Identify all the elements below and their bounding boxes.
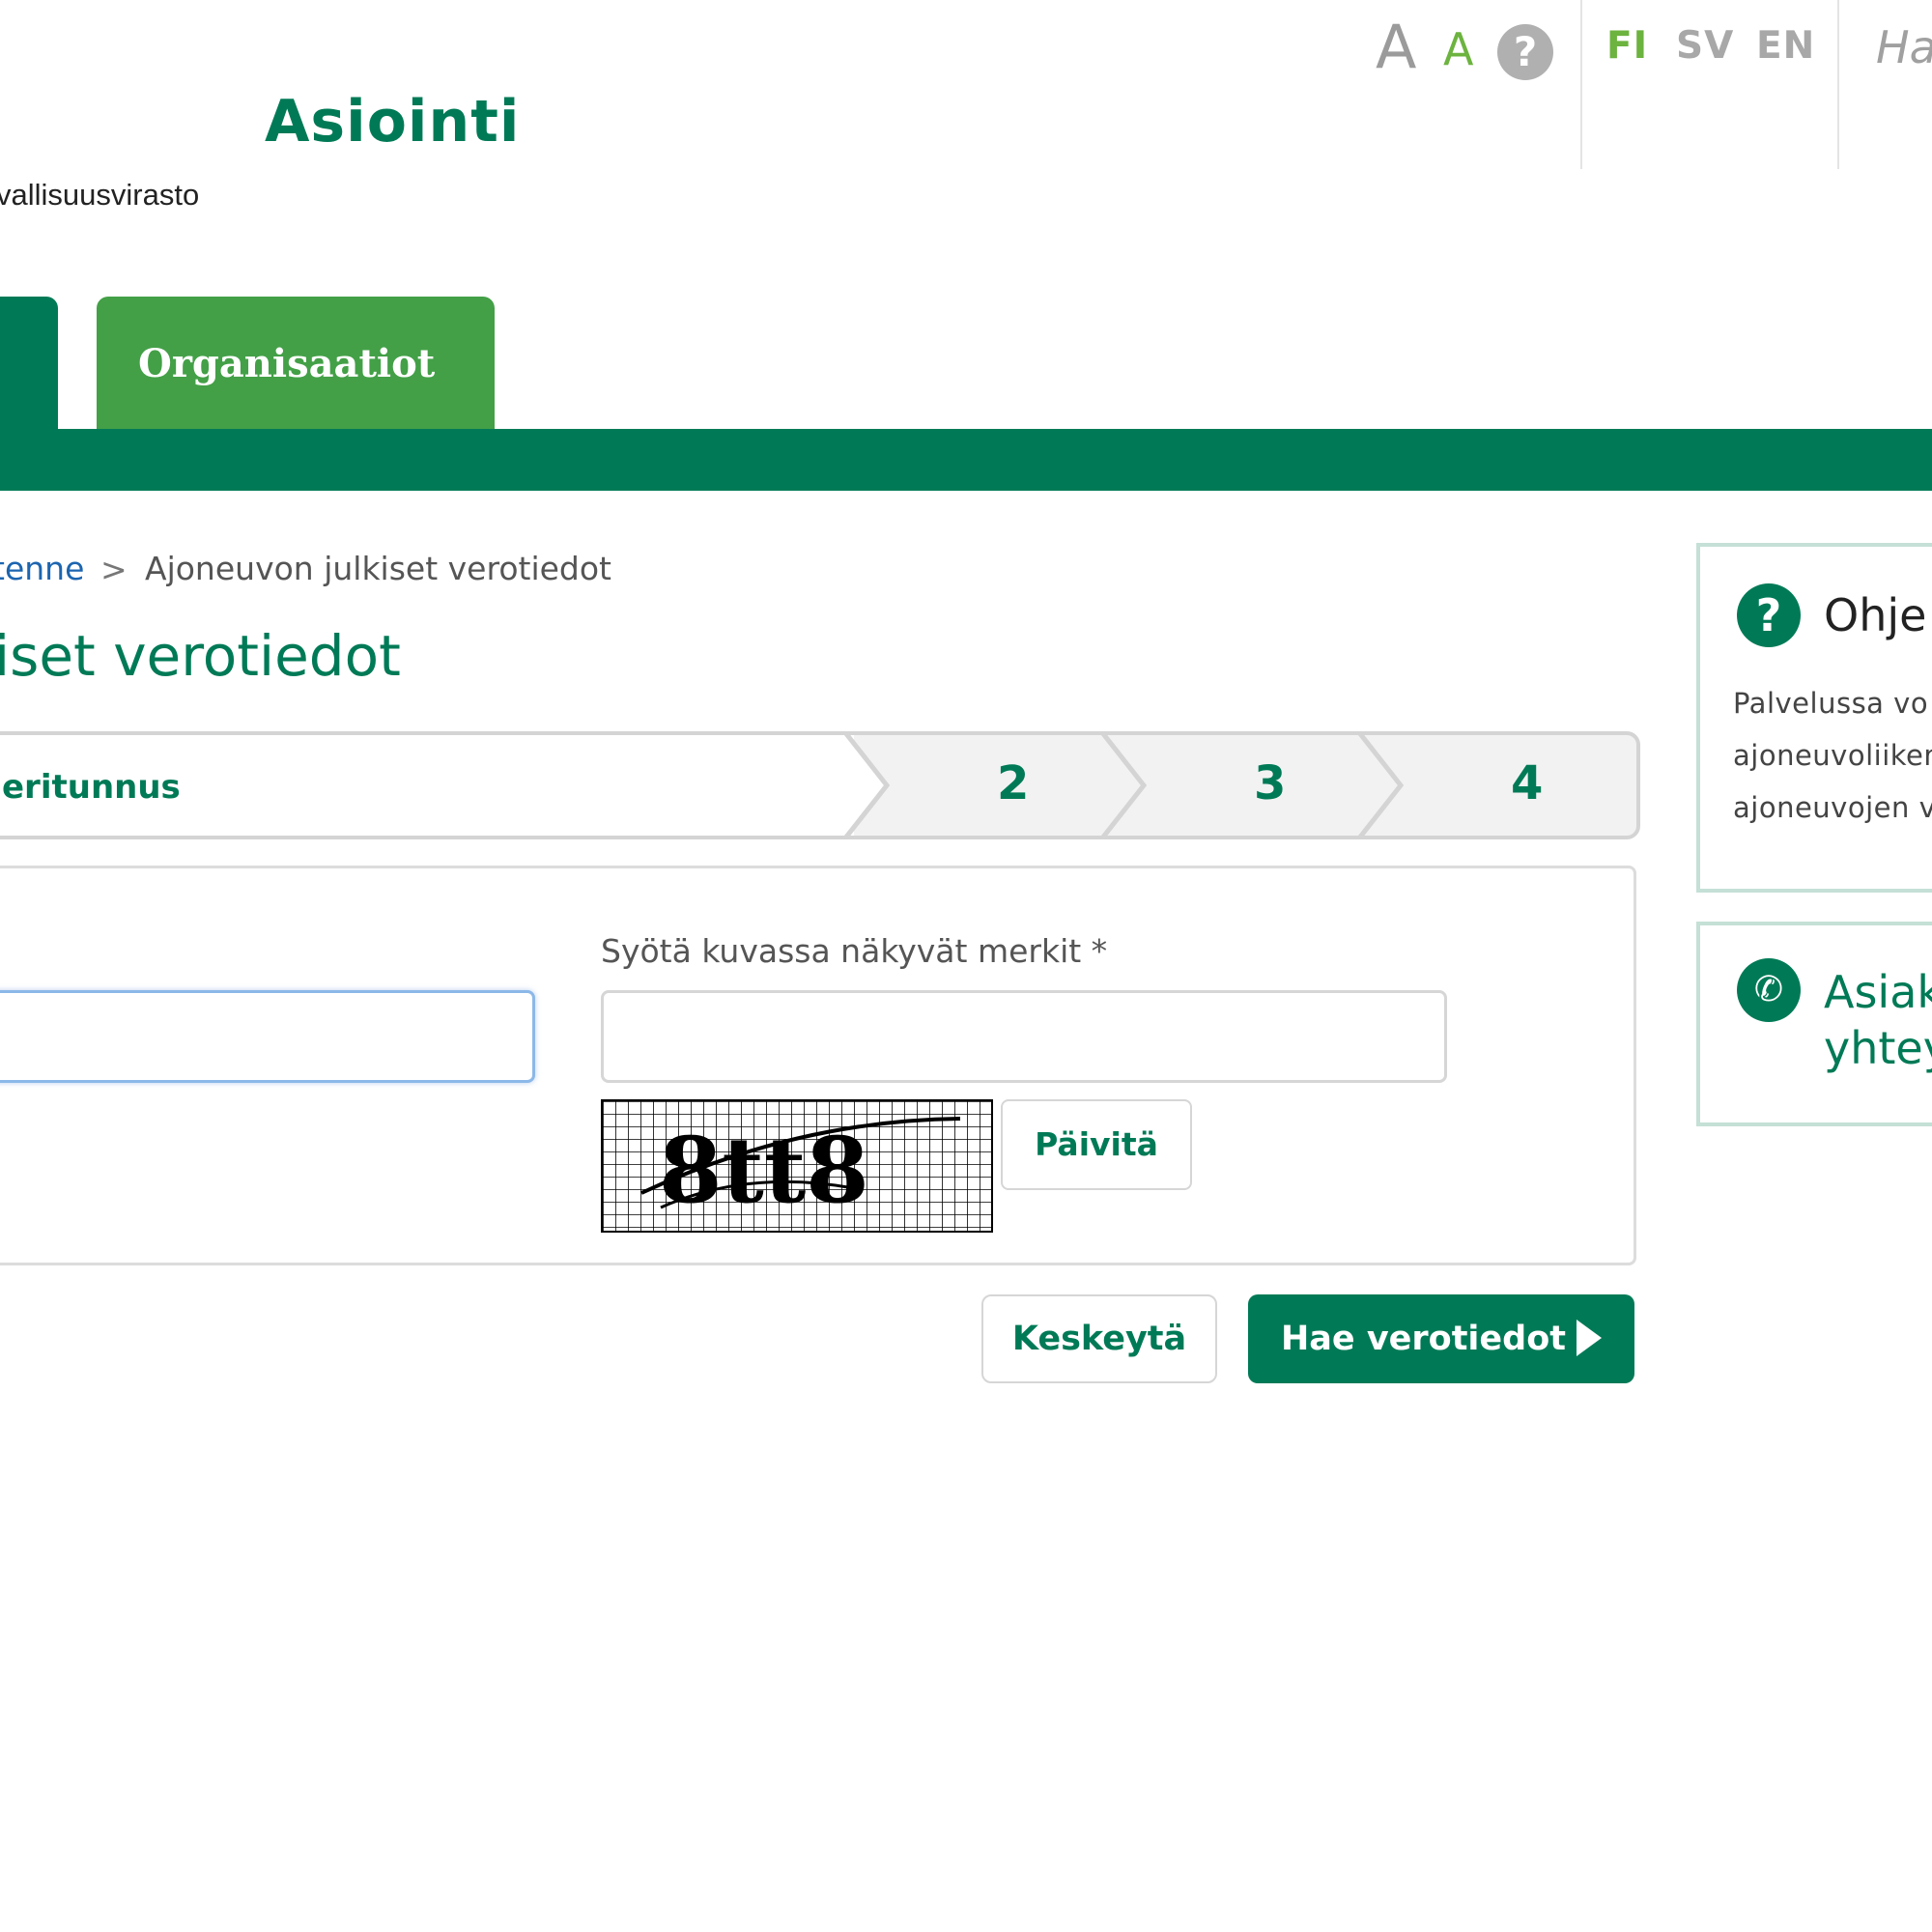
step-1-label: eritunnus bbox=[2, 768, 181, 807]
captcha-label: Syötä kuvassa näkyvät merkit * bbox=[601, 932, 1108, 970]
captcha-graphic: 8tt8 bbox=[603, 1101, 991, 1231]
help-text-line: Palvelussa vo bbox=[1733, 687, 1929, 720]
font-size-large-button[interactable]: A bbox=[1376, 17, 1416, 77]
language-sv-link[interactable]: SV bbox=[1676, 27, 1734, 65]
stepper-chevrons bbox=[0, 735, 1405, 836]
font-size-normal-button[interactable]: A bbox=[1443, 27, 1473, 71]
help-text-line: ajoneuvojen v bbox=[1733, 791, 1932, 824]
main-nav-bar bbox=[0, 429, 1932, 491]
phone-icon: ✆ bbox=[1737, 958, 1801, 1022]
progress-stepper: eritunnus 2 3 4 bbox=[0, 731, 1640, 839]
contact-title-line[interactable]: Asiak bbox=[1824, 970, 1932, 1014]
search-field-hint[interactable]: Ha bbox=[1876, 25, 1932, 70]
registration-input[interactable] bbox=[0, 990, 535, 1083]
brand-subtitle: vallisuusvirasto bbox=[0, 178, 200, 212]
tab-label: Organisaatiot bbox=[138, 341, 436, 386]
help-panel-title: Ohje bbox=[1824, 589, 1927, 641]
tab-personal[interactable] bbox=[0, 297, 58, 432]
fetch-tax-info-button[interactable]: Hae verotiedot bbox=[1248, 1294, 1634, 1383]
brand-title[interactable]: Asiointi bbox=[265, 93, 520, 151]
breadcrumb-home-link[interactable]: tenne bbox=[0, 553, 84, 584]
breadcrumb-separator: > bbox=[100, 551, 128, 588]
customer-service-panel[interactable]: ✆ Asiak yhtey bbox=[1696, 922, 1932, 1126]
captcha-input[interactable] bbox=[601, 990, 1447, 1083]
play-arrow-icon bbox=[1577, 1320, 1602, 1356]
cancel-button[interactable]: Keskeytä bbox=[981, 1294, 1217, 1383]
header-divider bbox=[1837, 0, 1839, 169]
tab-organisaatiot[interactable]: Organisaatiot bbox=[97, 297, 495, 432]
captcha-refresh-button[interactable]: Päivitä bbox=[1001, 1099, 1192, 1190]
language-fi-link[interactable]: FI bbox=[1606, 27, 1648, 65]
help-panel: ? Ohje Palvelussa vo ajoneuvoliiken ajon… bbox=[1696, 543, 1932, 893]
help-icon: ? bbox=[1737, 583, 1801, 647]
captcha-text: 8tt8 bbox=[659, 1118, 869, 1224]
contact-title-line[interactable]: yhtey bbox=[1824, 1026, 1932, 1070]
help-text-line: ajoneuvoliiken bbox=[1733, 739, 1932, 772]
step-4-number: 4 bbox=[1511, 756, 1544, 810]
submit-label: Hae verotiedot bbox=[1281, 1320, 1566, 1358]
step-2-number: 2 bbox=[997, 756, 1030, 810]
breadcrumb-current: Ajoneuvon julkiset verotiedot bbox=[145, 550, 611, 587]
page-title: iset verotiedot bbox=[0, 623, 401, 689]
captcha-image: 8tt8 bbox=[601, 1099, 993, 1233]
language-en-link[interactable]: EN bbox=[1756, 27, 1815, 65]
help-icon[interactable]: ? bbox=[1497, 24, 1553, 80]
step-3-number: 3 bbox=[1254, 756, 1287, 810]
header-divider bbox=[1580, 0, 1582, 169]
